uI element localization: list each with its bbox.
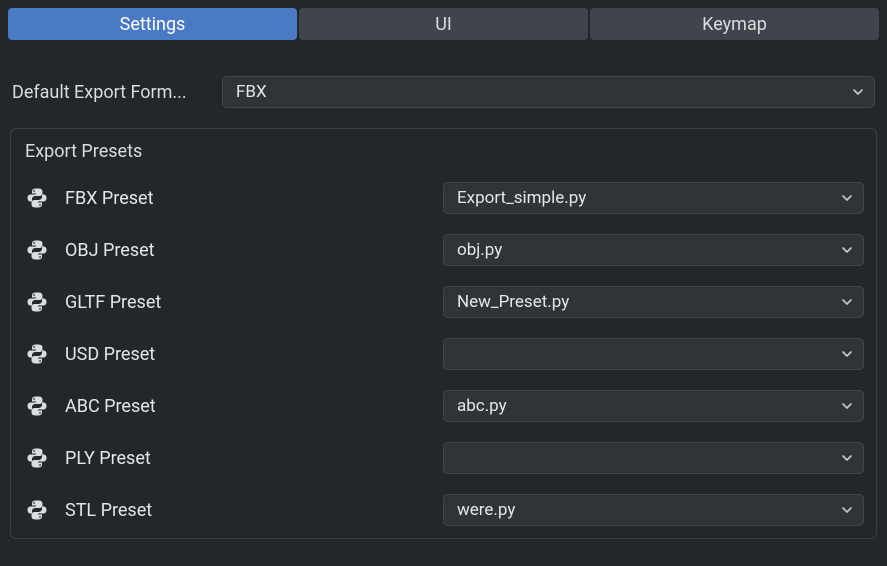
preset-row-obj: OBJ Preset obj.py bbox=[23, 234, 864, 266]
python-icon bbox=[25, 394, 49, 418]
select-value: New_Preset.py bbox=[457, 292, 569, 312]
chevron-down-icon bbox=[841, 348, 853, 360]
select-value: obj.py bbox=[457, 240, 502, 260]
preset-label: FBX Preset bbox=[65, 188, 443, 209]
python-icon bbox=[25, 238, 49, 262]
python-icon bbox=[25, 186, 49, 210]
preset-select-gltf[interactable]: New_Preset.py bbox=[443, 286, 864, 318]
chevron-down-icon bbox=[841, 244, 853, 256]
chevron-down-icon bbox=[841, 400, 853, 412]
select-value: abc.py bbox=[457, 396, 507, 416]
preset-row-abc: ABC Preset abc.py bbox=[23, 390, 864, 422]
export-presets-panel: Export Presets FBX Preset Export_simple.… bbox=[10, 128, 877, 539]
select-value: were.py bbox=[457, 500, 515, 520]
preset-row-ply: PLY Preset bbox=[23, 442, 864, 474]
tabs: Settings UI Keymap bbox=[8, 8, 879, 40]
python-icon bbox=[25, 342, 49, 366]
preset-select-fbx[interactable]: Export_simple.py bbox=[443, 182, 864, 214]
preset-label: PLY Preset bbox=[65, 448, 443, 469]
default-export-select[interactable]: FBX bbox=[222, 76, 875, 108]
preset-row-usd: USD Preset bbox=[23, 338, 864, 370]
preset-label: GLTF Preset bbox=[65, 292, 443, 313]
select-value: Export_simple.py bbox=[457, 188, 586, 208]
tab-label: Settings bbox=[120, 14, 186, 35]
preset-select-abc[interactable]: abc.py bbox=[443, 390, 864, 422]
preset-row-stl: STL Preset were.py bbox=[23, 494, 864, 526]
tab-label: Keymap bbox=[702, 14, 767, 35]
preset-select-stl[interactable]: were.py bbox=[443, 494, 864, 526]
preset-select-obj[interactable]: obj.py bbox=[443, 234, 864, 266]
chevron-down-icon bbox=[841, 504, 853, 516]
preset-label: STL Preset bbox=[65, 500, 443, 521]
preset-label: USD Preset bbox=[65, 344, 443, 365]
preset-select-usd[interactable] bbox=[443, 338, 864, 370]
preset-select-ply[interactable] bbox=[443, 442, 864, 474]
select-value: FBX bbox=[236, 82, 267, 102]
panel-title: Export Presets bbox=[23, 141, 864, 162]
python-icon bbox=[25, 498, 49, 522]
preset-label: ABC Preset bbox=[65, 396, 443, 417]
preset-row-gltf: GLTF Preset New_Preset.py bbox=[23, 286, 864, 318]
preset-row-fbx: FBX Preset Export_simple.py bbox=[23, 182, 864, 214]
tab-keymap[interactable]: Keymap bbox=[590, 8, 879, 40]
chevron-down-icon bbox=[852, 86, 864, 98]
tab-label: UI bbox=[435, 14, 452, 35]
tab-ui[interactable]: UI bbox=[299, 8, 588, 40]
tab-settings[interactable]: Settings bbox=[8, 8, 297, 40]
preset-label: OBJ Preset bbox=[65, 240, 443, 261]
default-export-label: Default Export Form... bbox=[12, 82, 222, 103]
python-icon bbox=[25, 290, 49, 314]
python-icon bbox=[25, 446, 49, 470]
chevron-down-icon bbox=[841, 452, 853, 464]
default-export-row: Default Export Form... FBX bbox=[8, 76, 879, 108]
chevron-down-icon bbox=[841, 192, 853, 204]
chevron-down-icon bbox=[841, 296, 853, 308]
